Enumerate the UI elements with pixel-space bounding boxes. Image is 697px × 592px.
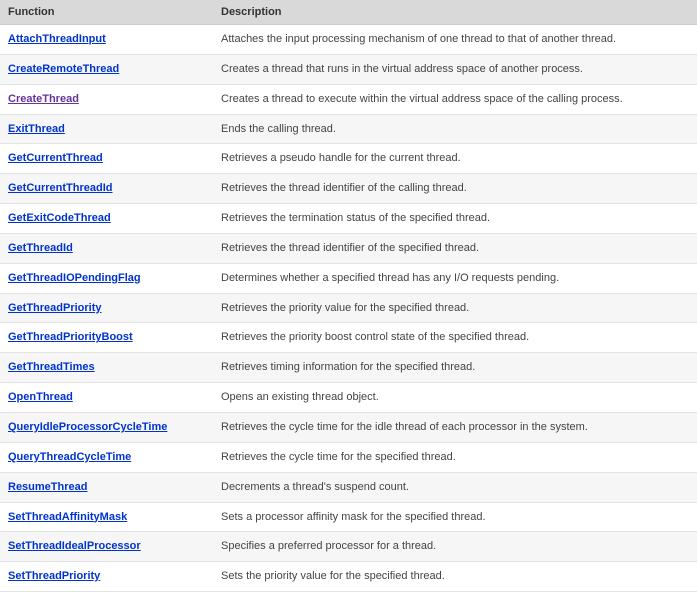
- function-link[interactable]: GetThreadId: [8, 242, 73, 254]
- function-link[interactable]: SetThreadIdealProcessor: [8, 540, 141, 552]
- function-link[interactable]: AttachThreadInput: [8, 33, 106, 45]
- cell-description: Sets the priority value for the specifie…: [213, 562, 697, 592]
- cell-function: CreateThread: [0, 84, 213, 114]
- cell-description: Decrements a thread's suspend count.: [213, 472, 697, 502]
- function-link[interactable]: ExitThread: [8, 123, 65, 135]
- cell-description: Ends the calling thread.: [213, 114, 697, 144]
- table-row: GetCurrentThreadId Retrieves the thread i…: [0, 174, 697, 204]
- cell-description: Specifies a preferred processor for a th…: [213, 532, 697, 562]
- cell-description: Retrieves the termination status of the …: [213, 204, 697, 234]
- table-row: GetThreadIOPendingFlag Determines whether…: [0, 263, 697, 293]
- cell-function: AttachThreadInput: [0, 25, 213, 55]
- function-link[interactable]: SetThreadAffinityMask: [8, 511, 127, 523]
- function-link[interactable]: ResumeThread: [8, 481, 87, 493]
- function-link[interactable]: GetThreadIOPendingFlag: [8, 272, 141, 284]
- table-row: CreateRemoteThread Creates a thread that …: [0, 54, 697, 84]
- table-row: AttachThreadInput Attaches the input proc…: [0, 25, 697, 55]
- cell-function: QueryThreadCycleTime: [0, 442, 213, 472]
- function-link[interactable]: CreateRemoteThread: [8, 63, 119, 75]
- cell-function: SetThreadIdealProcessor: [0, 532, 213, 562]
- function-link[interactable]: GetThreadPriorityBoost: [8, 331, 133, 343]
- cell-function: QueryIdleProcessorCycleTime: [0, 412, 213, 442]
- function-link[interactable]: OpenThread: [8, 391, 73, 403]
- table-row: GetCurrentThread Retrieves a pseudo handl…: [0, 144, 697, 174]
- cell-function: GetExitCodeThread: [0, 204, 213, 234]
- cell-description: Retrieves the thread identifier of the s…: [213, 233, 697, 263]
- header-description: Description: [213, 0, 697, 25]
- function-link[interactable]: QueryIdleProcessorCycleTime: [8, 421, 167, 433]
- cell-function: SetThreadPriority: [0, 562, 213, 592]
- table-row: CreateThread Creates a thread to execute …: [0, 84, 697, 114]
- table-header-row: Function Description: [0, 0, 697, 25]
- cell-description: Retrieves a pseudo handle for the curren…: [213, 144, 697, 174]
- table-row: OpenThread Opens an existing thread objec…: [0, 383, 697, 413]
- function-link[interactable]: CreateThread: [8, 93, 79, 105]
- table-row: QueryIdleProcessorCycleTime Retrieves the…: [0, 412, 697, 442]
- table-row: SetThreadAffinityMask Sets a processor af…: [0, 502, 697, 532]
- cell-function: GetThreadIOPendingFlag: [0, 263, 213, 293]
- table-row: GetExitCodeThread Retrieves the terminati…: [0, 204, 697, 234]
- cell-function: GetThreadPriority: [0, 293, 213, 323]
- cell-description: Retrieves the thread identifier of the c…: [213, 174, 697, 204]
- function-link[interactable]: GetCurrentThreadId: [8, 182, 113, 194]
- cell-description: Retrieves the priority boost control sta…: [213, 323, 697, 353]
- cell-function: GetCurrentThreadId: [0, 174, 213, 204]
- cell-description: Retrieves the priority value for the spe…: [213, 293, 697, 323]
- functions-table: Function Description AttachThreadInputAt…: [0, 0, 697, 592]
- table-row: ResumeThread Decrements a thread's suspen…: [0, 472, 697, 502]
- cell-function: GetThreadPriorityBoost: [0, 323, 213, 353]
- table-row: GetThreadId Retrieves the thread identifi…: [0, 233, 697, 263]
- table-row: ExitThread Ends the calling thread.: [0, 114, 697, 144]
- table-row: SetThreadPriority Sets the priority value…: [0, 562, 697, 592]
- cell-function: GetThreadTimes: [0, 353, 213, 383]
- function-link[interactable]: GetThreadTimes: [8, 361, 95, 373]
- function-link[interactable]: GetCurrentThread: [8, 152, 103, 164]
- function-link[interactable]: GetExitCodeThread: [8, 212, 111, 224]
- function-link[interactable]: SetThreadPriority: [8, 570, 100, 582]
- header-function: Function: [0, 0, 213, 25]
- function-link[interactable]: QueryThreadCycleTime: [8, 451, 131, 463]
- cell-description: Opens an existing thread object.: [213, 383, 697, 413]
- cell-function: GetCurrentThread: [0, 144, 213, 174]
- cell-description: Creates a thread that runs in the virtua…: [213, 54, 697, 84]
- cell-function: GetThreadId: [0, 233, 213, 263]
- cell-description: Attaches the input processing mechanism …: [213, 25, 697, 55]
- cell-function: ExitThread: [0, 114, 213, 144]
- table-row: GetThreadPriority Retrieves the priority …: [0, 293, 697, 323]
- cell-description: Retrieves timing information for the spe…: [213, 353, 697, 383]
- cell-function: ResumeThread: [0, 472, 213, 502]
- table-row: GetThreadTimes Retrieves timing informati…: [0, 353, 697, 383]
- cell-function: SetThreadAffinityMask: [0, 502, 213, 532]
- cell-description: Retrieves the cycle time for the specifi…: [213, 442, 697, 472]
- table-row: QueryThreadCycleTime Retrieves the cycle …: [0, 442, 697, 472]
- cell-function: CreateRemoteThread: [0, 54, 213, 84]
- cell-description: Retrieves the cycle time for the idle th…: [213, 412, 697, 442]
- cell-description: Sets a processor affinity mask for the s…: [213, 502, 697, 532]
- cell-description: Determines whether a specified thread ha…: [213, 263, 697, 293]
- cell-function: OpenThread: [0, 383, 213, 413]
- table-row: SetThreadIdealProcessor Specifies a prefe…: [0, 532, 697, 562]
- table-row: GetThreadPriorityBoost Retrieves the prio…: [0, 323, 697, 353]
- function-link[interactable]: GetThreadPriority: [8, 302, 102, 314]
- cell-description: Creates a thread to execute within the v…: [213, 84, 697, 114]
